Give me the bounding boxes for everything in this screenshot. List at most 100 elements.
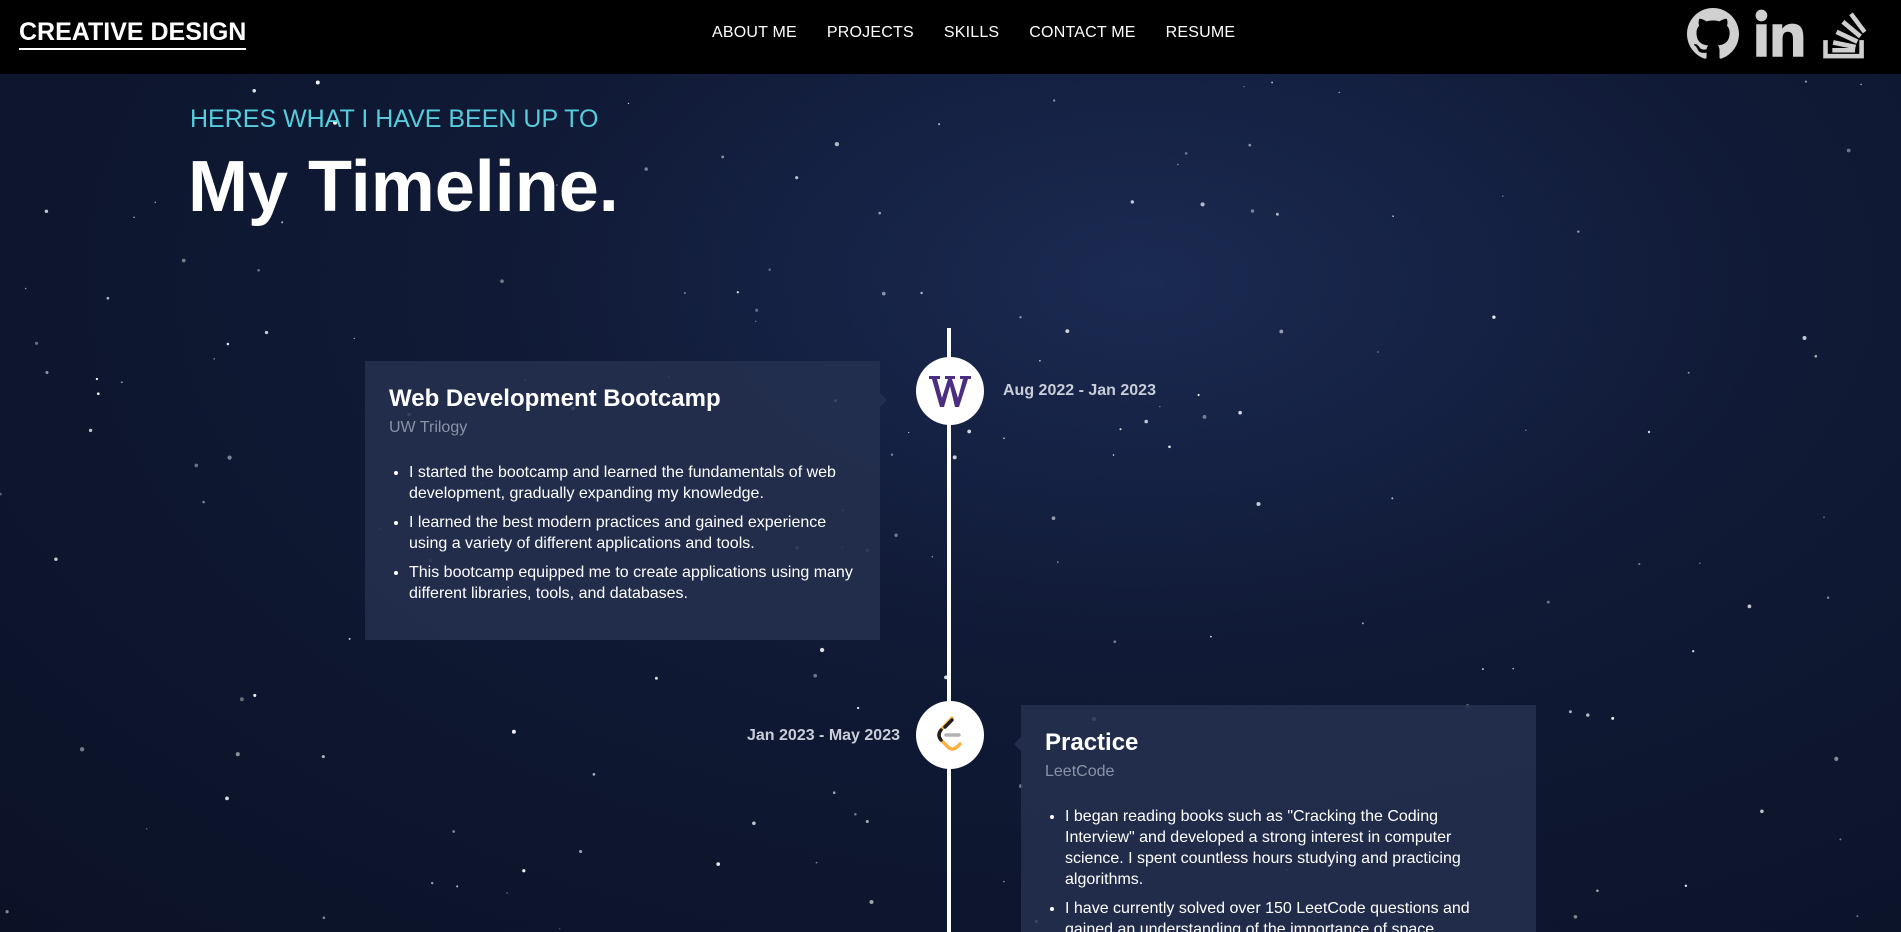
star	[1065, 329, 1070, 333]
card-point: I began reading books such as "Cracking …	[1065, 806, 1512, 890]
star	[894, 533, 898, 537]
star	[1492, 315, 1496, 319]
star	[1039, 359, 1041, 362]
star	[579, 849, 583, 854]
star	[1638, 563, 1641, 566]
nav-link-about-me[interactable]: ABOUT ME	[712, 22, 797, 44]
star	[1692, 650, 1695, 653]
star	[967, 429, 972, 434]
star	[1112, 454, 1115, 456]
star	[1184, 152, 1188, 155]
timeline-card-practice: Practice LeetCode I began reading books …	[1014, 705, 1536, 932]
star	[252, 89, 256, 93]
star	[1834, 756, 1839, 761]
star	[1684, 884, 1688, 888]
star	[1747, 604, 1752, 609]
card-point: This bootcamp equipped me to create appl…	[409, 562, 856, 604]
star	[213, 358, 215, 360]
star	[1003, 880, 1005, 883]
star	[1699, 562, 1701, 564]
star	[592, 773, 596, 776]
star	[1159, 405, 1161, 408]
star	[768, 268, 771, 271]
nav-link-projects[interactable]: PROJECTS	[827, 22, 914, 44]
star	[202, 500, 205, 504]
star	[1596, 889, 1599, 893]
star	[181, 258, 186, 263]
nav-link-contact-me[interactable]: CONTACT ME	[1029, 22, 1135, 44]
star	[834, 141, 840, 147]
timeline-date: Jan 2023 - May 2023	[747, 727, 900, 744]
timeline-date: Aug 2022 - Jan 2023	[1003, 382, 1156, 399]
star	[227, 455, 232, 460]
star	[1130, 200, 1134, 204]
star	[1275, 212, 1279, 216]
star	[106, 296, 110, 300]
star	[226, 342, 230, 346]
card-point: I started the bootcamp and learned the f…	[409, 462, 856, 504]
star	[1238, 410, 1242, 415]
star	[35, 341, 39, 345]
star	[145, 828, 148, 830]
star	[1481, 668, 1484, 671]
star	[133, 216, 135, 219]
star	[1144, 419, 1149, 424]
star	[1525, 429, 1527, 432]
star	[1802, 335, 1807, 341]
uw-logo-icon	[916, 357, 984, 425]
star	[96, 392, 100, 396]
linkedin-icon[interactable]	[1753, 8, 1805, 60]
star	[1053, 99, 1056, 102]
star	[1209, 635, 1212, 638]
card-company: UW Trilogy	[389, 419, 468, 436]
card-arrow	[1014, 737, 1021, 751]
nav-link-skills[interactable]: SKILLS	[944, 22, 999, 44]
star	[1856, 915, 1859, 918]
page-title: My Timeline.	[188, 147, 619, 227]
star	[755, 308, 759, 312]
star	[1248, 143, 1252, 147]
star	[500, 279, 504, 283]
star	[456, 885, 459, 888]
star	[1826, 596, 1830, 599]
star	[1338, 91, 1341, 94]
nav-link-resume[interactable]: RESUME	[1166, 22, 1236, 44]
star	[908, 431, 910, 434]
star	[1197, 393, 1200, 397]
star	[1568, 710, 1572, 714]
brand-logo[interactable]: CREATIVE DESIGN	[19, 18, 247, 50]
star	[1512, 667, 1514, 670]
star	[1823, 516, 1825, 518]
card-point: I have currently solved over 150 LeetCod…	[1065, 898, 1512, 932]
star	[952, 455, 957, 460]
star	[348, 637, 351, 640]
star	[853, 812, 857, 816]
star	[1611, 716, 1615, 720]
timeline-card-bootcamp: Web Development Bootcamp UW Trilogy I st…	[365, 361, 887, 640]
star	[736, 291, 739, 294]
star	[1113, 640, 1117, 644]
star	[257, 268, 260, 272]
stackoverflow-icon[interactable]	[1819, 8, 1871, 60]
star	[506, 892, 508, 894]
star	[1361, 622, 1364, 625]
github-icon[interactable]	[1687, 8, 1739, 60]
star	[832, 791, 836, 795]
card-company: LeetCode	[1045, 763, 1115, 780]
star	[1279, 329, 1284, 334]
star	[239, 697, 244, 702]
star	[1391, 497, 1394, 500]
card-points: I started the bootcamp and learned the f…	[389, 462, 856, 604]
card-point: I learned the best modern practices and …	[409, 512, 856, 554]
star	[44, 209, 49, 214]
star	[1202, 414, 1207, 419]
star	[1256, 501, 1261, 507]
star	[1250, 209, 1255, 213]
star	[1814, 354, 1818, 358]
star	[1168, 445, 1171, 449]
star	[452, 830, 456, 833]
star	[931, 555, 934, 558]
star	[88, 428, 93, 433]
star	[559, 928, 561, 930]
star	[322, 916, 326, 920]
